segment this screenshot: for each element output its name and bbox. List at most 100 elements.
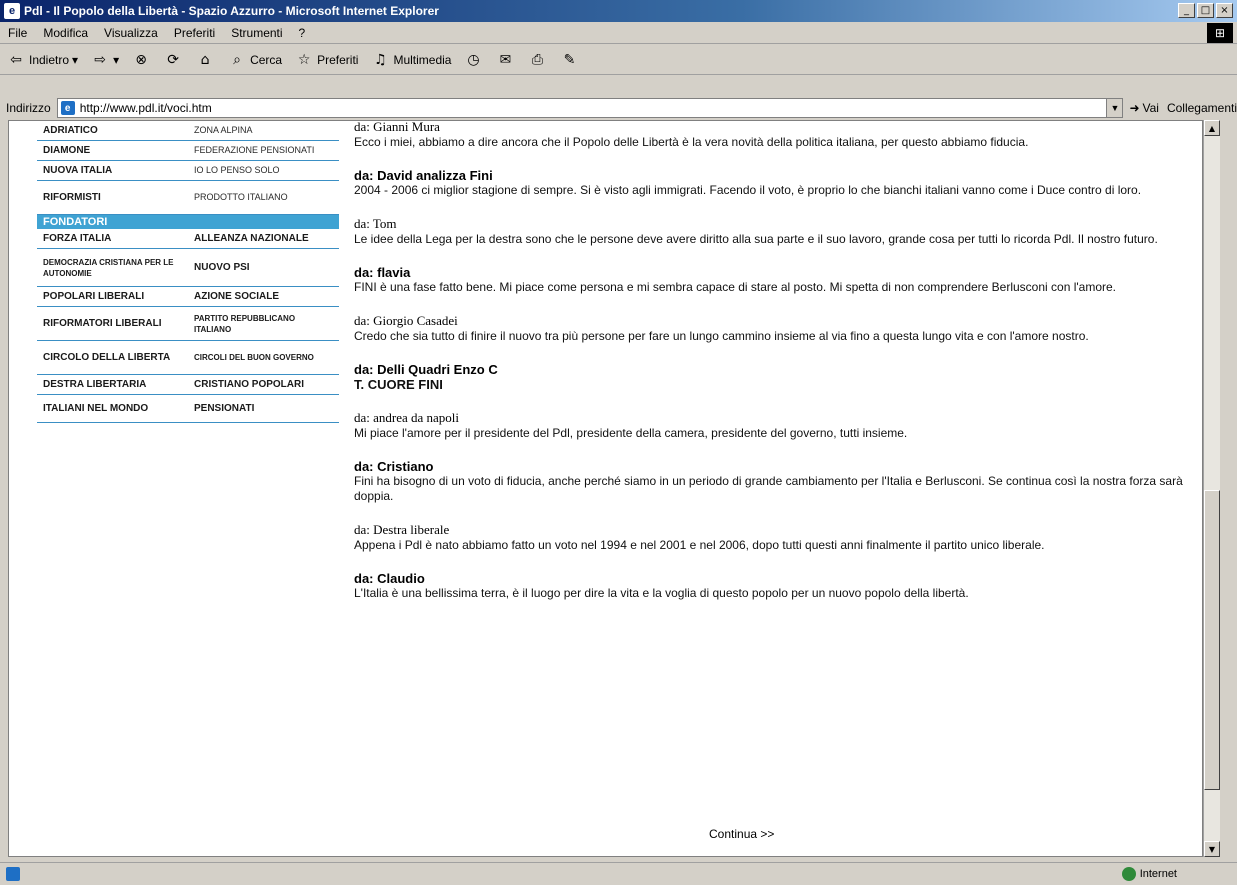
- minimize-button[interactable]: _: [1178, 3, 1195, 18]
- vertical-scrollbar[interactable]: ▲ ▼: [1203, 120, 1220, 857]
- sidebar: ADRIATICO ZONA ALPINA DIAMONE FEDERAZION…: [9, 121, 339, 856]
- comment-author: da: Claudio: [354, 571, 425, 586]
- continue-link[interactable]: Continua >>: [709, 827, 774, 841]
- comment-author: da: andrea da napoli: [354, 410, 460, 425]
- address-url: http://www.pdl.it/voci.htm: [79, 101, 212, 115]
- sidebar-link[interactable]: ADRIATICO: [37, 121, 188, 140]
- sidebar-link[interactable]: CIRCOLI DEL BUON GOVERNO: [188, 341, 339, 374]
- sidebar-link[interactable]: ITALIANI NEL MONDO: [37, 395, 188, 422]
- page-status-icon: [6, 867, 20, 881]
- stop-button[interactable]: ⊗: [125, 50, 157, 70]
- sidebar-row: NUOVA ITALIA IO LO PENSO SOLO: [37, 161, 339, 181]
- links-button[interactable]: Collegamenti: [1167, 101, 1237, 115]
- back-button[interactable]: ⇦ Indietro ▾: [0, 50, 84, 70]
- windows-logo-icon: ⊞: [1207, 23, 1233, 43]
- address-input[interactable]: e http://www.pdl.it/voci.htm ▼: [56, 98, 1124, 118]
- mail-icon: ✉: [499, 51, 512, 68]
- comment: da: David analizza Fini 2004 - 2006 ci m…: [354, 168, 1184, 198]
- search-icon: ⌕: [233, 51, 242, 68]
- refresh-icon: ⟳: [167, 51, 179, 68]
- title-bar: e Pdl - Il Popolo della Libertà - Spazio…: [0, 0, 1237, 22]
- edit-icon: ✎: [563, 51, 576, 68]
- maximize-button[interactable]: □: [1197, 3, 1214, 18]
- edit-button[interactable]: ✎: [553, 50, 585, 70]
- favorites-button[interactable]: ☆ Preferiti: [288, 50, 364, 70]
- sidebar-link[interactable]: PRODOTTO ITALIANO: [188, 181, 339, 214]
- comment-body: Le idee della Lega per la destra sono ch…: [354, 232, 1158, 246]
- comment-author: da: Gianni Mura: [354, 120, 440, 134]
- comments-list: da: Gianni Mura Ecco i miei, abbiamo a d…: [354, 121, 1184, 619]
- home-icon: ⌂: [200, 51, 210, 68]
- toolbar: ⇦ Indietro ▾ ⇨ ▾ ⊗ ⟳ ⌂ ⌕ Cerca ☆ Preferi…: [0, 45, 1237, 75]
- refresh-button[interactable]: ⟳: [157, 50, 189, 70]
- comment-author: da: Giorgio Casadei: [354, 313, 458, 328]
- back-label: Indietro: [29, 52, 70, 67]
- comment-author: da: Tom: [354, 216, 397, 231]
- sidebar-link[interactable]: RIFORMATORI LIBERALI: [37, 307, 188, 340]
- sidebar-link[interactable]: FEDERAZIONE PENSIONATI: [188, 141, 339, 160]
- sidebar-link[interactable]: FORZA ITALIA: [37, 229, 188, 248]
- home-button[interactable]: ⌂: [189, 50, 221, 70]
- sidebar-link[interactable]: DESTRA LIBERTARIA: [37, 375, 188, 394]
- sidebar-link[interactable]: POPOLARI LIBERALI: [37, 287, 188, 306]
- multimedia-button[interactable]: ♫ Multimedia: [364, 50, 457, 70]
- menu-file[interactable]: File: [0, 26, 35, 40]
- comment-body: 2004 - 2006 ci miglior stagione di sempr…: [354, 183, 1142, 197]
- comment-body: T. CUORE FINI: [354, 377, 443, 392]
- comment-author: da: David analizza Fini: [354, 168, 493, 183]
- sidebar-link[interactable]: IO LO PENSO SOLO: [188, 161, 339, 180]
- browser-window: e Pdl - Il Popolo della Libertà - Spazio…: [0, 0, 1237, 885]
- comment-body: Appena i Pdl è nato abbiamo fatto un vot…: [354, 538, 1045, 552]
- sidebar-row: CIRCOLO DELLA LIBERTA CIRCOLI DEL BUON G…: [37, 341, 339, 375]
- sidebar-row: DEMOCRAZIA CRISTIANA PER LE AUTONOMIE NU…: [37, 249, 339, 287]
- scroll-up-arrow-icon[interactable]: ▲: [1204, 120, 1220, 136]
- print-button[interactable]: ⎙: [521, 50, 553, 70]
- sidebar-link[interactable]: PENSIONATI: [188, 395, 339, 422]
- comment: da: Delli Quadri Enzo C T. CUORE FINI: [354, 362, 1184, 392]
- address-bar: Indirizzo e http://www.pdl.it/voci.htm ▼…: [0, 96, 1237, 120]
- scroll-down-arrow-icon[interactable]: ▼: [1204, 841, 1220, 857]
- stop-icon: ⊗: [135, 51, 147, 68]
- menu-modifica[interactable]: Modifica: [35, 26, 96, 40]
- window-controls: _ □ ×: [1178, 3, 1233, 18]
- comment: da: Gianni Mura Ecco i miei, abbiamo a d…: [354, 120, 1184, 150]
- menu-preferiti[interactable]: Preferiti: [166, 26, 223, 40]
- comment: da: Cristiano Fini ha bisogno di un voto…: [354, 459, 1184, 504]
- comment-author: da: Delli Quadri Enzo C: [354, 362, 498, 377]
- sidebar-row: RIFORMISTI PRODOTTO ITALIANO: [37, 181, 339, 215]
- scroll-thumb[interactable]: [1204, 490, 1220, 790]
- mail-button[interactable]: ✉: [489, 50, 521, 70]
- sidebar-row: FORZA ITALIA ALLEANZA NAZIONALE: [37, 229, 339, 249]
- sidebar-link[interactable]: ALLEANZA NAZIONALE: [188, 229, 339, 248]
- sidebar-link[interactable]: RIFORMISTI: [37, 181, 188, 214]
- go-button[interactable]: ➜ Vai: [1129, 101, 1159, 115]
- sidebar-link[interactable]: CIRCOLO DELLA LIBERTA: [37, 341, 188, 374]
- sidebar-link[interactable]: ZONA ALPINA: [188, 121, 339, 140]
- go-arrow-icon: ➜: [1129, 101, 1140, 115]
- security-zone: Internet: [1121, 867, 1177, 881]
- sidebar-link[interactable]: DIAMONE: [37, 141, 188, 160]
- forward-button[interactable]: ⇨ ▾: [84, 50, 125, 70]
- comment: da: flavia FINI è una fase fatto bene. M…: [354, 265, 1184, 295]
- zone-label: Internet: [1139, 868, 1177, 880]
- comment-body: L'Italia è una bellissima terra, è il lu…: [354, 586, 969, 600]
- chevron-down-icon[interactable]: ▼: [1106, 99, 1123, 117]
- sidebar-link[interactable]: NUOVA ITALIA: [37, 161, 188, 180]
- sidebar-link[interactable]: DEMOCRAZIA CRISTIANA PER LE AUTONOMIE: [37, 249, 188, 286]
- comment: da: Claudio L'Italia è una bellissima te…: [354, 571, 1184, 601]
- sidebar-row: ITALIANI NEL MONDO PENSIONATI: [37, 395, 339, 423]
- search-button[interactable]: ⌕ Cerca: [221, 50, 288, 70]
- sidebar-link[interactable]: PARTITO REPUBBLICANO ITALIANO: [188, 307, 339, 340]
- sidebar-link[interactable]: NUOVO PSI: [188, 249, 339, 286]
- comment-body: Mi piace l'amore per il presidente del P…: [354, 426, 908, 440]
- comment: da: Destra liberale Appena i Pdl è nato …: [354, 522, 1184, 553]
- comment-body: Fini ha bisogno di un voto di fiducia, a…: [354, 474, 1183, 503]
- menu-strumenti[interactable]: Strumenti: [223, 26, 290, 40]
- close-button[interactable]: ×: [1216, 3, 1233, 18]
- menu-help[interactable]: ?: [291, 26, 314, 40]
- history-button[interactable]: ◷: [457, 50, 489, 70]
- menu-visualizza[interactable]: Visualizza: [96, 26, 166, 40]
- sidebar-link[interactable]: AZIONE SOCIALE: [188, 287, 339, 306]
- sidebar-link[interactable]: CRISTIANO POPOLARI: [188, 375, 339, 394]
- globe-icon: [1121, 867, 1136, 881]
